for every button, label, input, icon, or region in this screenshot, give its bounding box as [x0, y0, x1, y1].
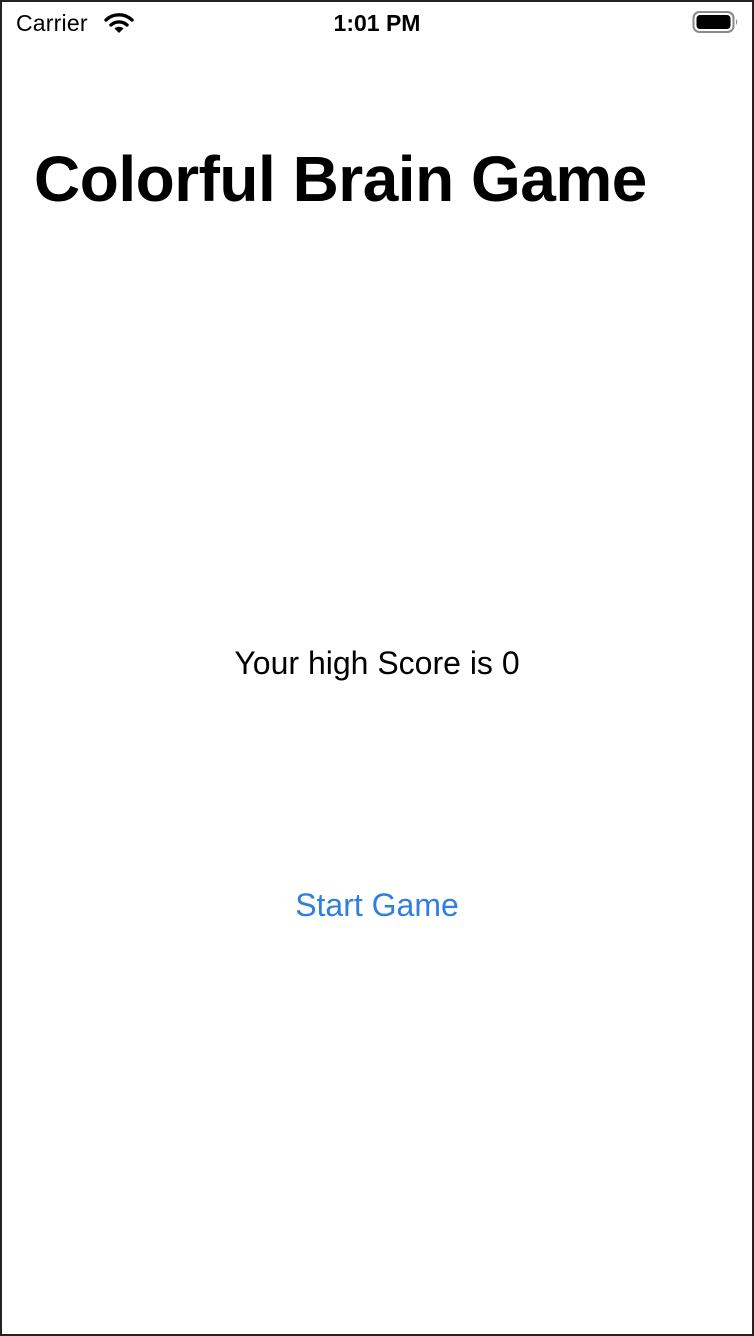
- start-game-button[interactable]: Start Game: [257, 880, 497, 930]
- high-score-label: Your high Score is 0: [234, 645, 520, 681]
- battery-full-icon: [692, 10, 740, 34]
- app-screen: Carrier 1:01 PM Colorful Brain Game Your…: [0, 0, 754, 1336]
- status-bar: Carrier 1:01 PM: [2, 2, 752, 44]
- page-title: Colorful Brain Game: [34, 143, 647, 215]
- status-time: 1:01 PM: [333, 10, 421, 36]
